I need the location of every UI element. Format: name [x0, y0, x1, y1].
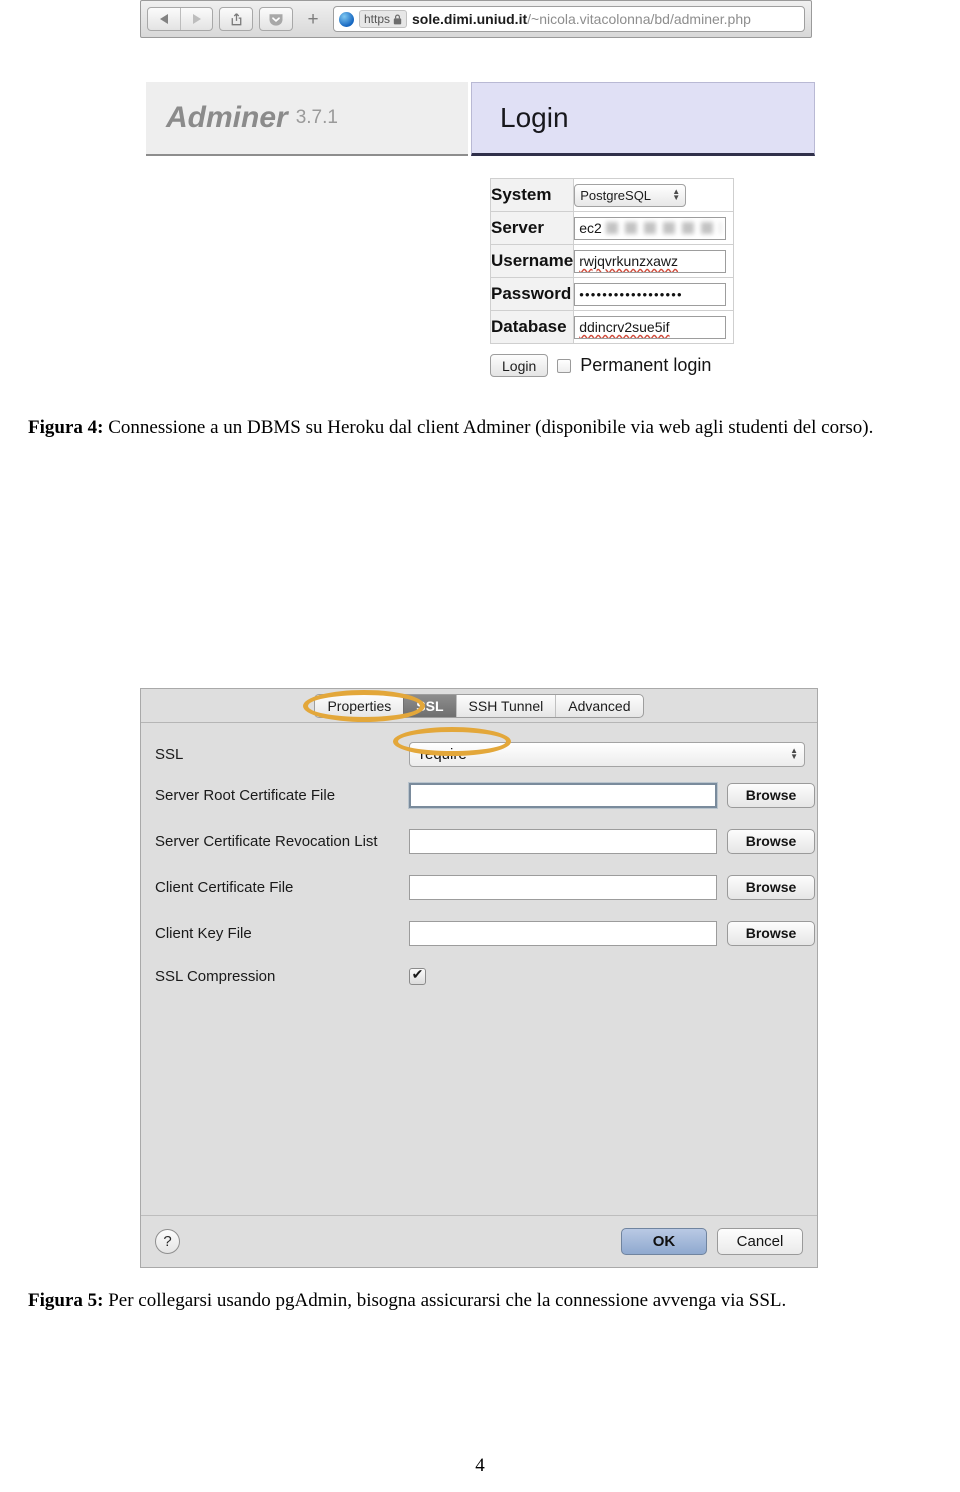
- tab-advanced[interactable]: Advanced: [555, 694, 642, 717]
- figure-5-screenshot: Properties SSL SSH Tunnel Advanced SSL r…: [140, 688, 818, 1268]
- database-input-value: ddincrv2sue5if: [579, 319, 670, 335]
- label-ssl-compression: SSL Compression: [155, 967, 276, 985]
- ssl-settings-panel: SSL require ▲ ▼ Server Root Certificate F…: [141, 723, 817, 1215]
- site-favicon-icon: [339, 11, 354, 27]
- tab-properties[interactable]: Properties: [315, 695, 403, 717]
- adminer-version: 3.7.1: [295, 107, 338, 128]
- password-input[interactable]: ••••••••••••••••••: [574, 282, 727, 306]
- server-redacted-text: [605, 222, 722, 234]
- form-row-password: Password ••••••••••••••••••: [489, 277, 735, 311]
- ssl-mode-value: require: [420, 745, 467, 763]
- figure-4-caption-text: Connessione a un DBMS su Heroku dal clie…: [108, 417, 874, 438]
- label-system: System: [489, 178, 575, 212]
- browse-button-server-root-certificate[interactable]: Browse: [727, 782, 815, 808]
- dialog-tabstrip: Properties SSL SSH Tunnel Advanced: [141, 689, 817, 723]
- database-input[interactable]: ddincrv2sue5if: [574, 315, 727, 339]
- login-heading: Login: [500, 102, 569, 133]
- checkmark-icon: ✔: [411, 968, 424, 983]
- form-row-username: Username rwjqvrkunzxawz: [489, 244, 735, 278]
- select-stepper-icon: ▲ ▼: [790, 746, 798, 761]
- label-ssl: SSL: [155, 745, 184, 763]
- cancel-button[interactable]: Cancel: [717, 1228, 803, 1255]
- server-certificate-revocation-list-input[interactable]: [409, 828, 717, 854]
- back-button[interactable]: [148, 8, 180, 30]
- row-ssl-compression: SSL Compression ✔: [141, 961, 817, 991]
- figure-5-caption: Figura 5: Per collegarsi usando pgAdmin,…: [28, 1288, 934, 1313]
- row-client-key-file: Client Key File Browse: [141, 918, 817, 948]
- server-root-certificate-input[interactable]: [409, 782, 717, 808]
- scheme-label: https: [364, 12, 391, 26]
- back-arrow-icon: [160, 14, 168, 24]
- row-server-certificate-revocation-list: Server Certificate Revocation List Brows…: [141, 826, 817, 856]
- permanent-login-label: Permanent login: [580, 355, 712, 375]
- login-button[interactable]: Login: [490, 354, 549, 377]
- row-server-root-certificate: Server Root Certificate File Browse: [141, 780, 817, 810]
- row-client-certificate-file: Client Certificate File Browse: [141, 872, 817, 902]
- adminer-login-form: System PostgreSQL ▲ ▼ Server ec2 Usernam…: [489, 178, 735, 344]
- form-row-system: System PostgreSQL ▲ ▼: [489, 178, 735, 212]
- url-host: sole.dimi.uniud.it: [412, 11, 528, 27]
- tab-ssl[interactable]: SSL: [403, 694, 456, 717]
- tab-ssh-tunnel[interactable]: SSH Tunnel: [455, 694, 556, 717]
- url-path: /~nicola.vitacolonna/bd/adminer.php: [527, 11, 751, 27]
- share-icon: [231, 12, 241, 25]
- label-server-certificate-revocation-list: Server Certificate Revocation List: [155, 832, 378, 850]
- adminer-brand: Adminer 3.7.1: [146, 82, 468, 156]
- server-input[interactable]: ec2: [574, 216, 727, 240]
- form-row-database: Database ddincrv2sue5if: [489, 310, 735, 344]
- label-client-certificate-file: Client Certificate File: [155, 878, 294, 896]
- row-ssl-mode: SSL require ▲ ▼: [141, 739, 817, 769]
- dialog-footer: ? OK Cancel: [141, 1215, 817, 1267]
- figure-5-caption-text: Per collegarsi usando pgAdmin, bisogna a…: [108, 1290, 787, 1311]
- server-input-value: ec2: [579, 220, 602, 236]
- ssl-mode-select[interactable]: require ▲ ▼: [409, 741, 805, 767]
- select-stepper-icon: ▲ ▼: [672, 187, 681, 202]
- label-username: Username: [489, 244, 575, 278]
- system-select[interactable]: PostgreSQL ▲ ▼: [574, 183, 687, 207]
- figure-4-screenshot: + https sole.dimi.uniud.it/~nicola.vitac…: [140, 0, 820, 395]
- browser-toolbar: + https sole.dimi.uniud.it/~nicola.vitac…: [140, 0, 812, 38]
- label-password: Password: [489, 277, 575, 311]
- browse-button-revocation-list[interactable]: Browse: [727, 828, 815, 854]
- url-text: sole.dimi.uniud.it/~nicola.vitacolonna/b…: [412, 11, 751, 27]
- username-input[interactable]: rwjqvrkunzxawz: [574, 249, 727, 273]
- page-number: 4: [475, 1455, 485, 1476]
- address-bar[interactable]: https sole.dimi.uniud.it/~nicola.vitacol…: [333, 6, 805, 32]
- new-tab-button[interactable]: +: [299, 7, 327, 31]
- lock-icon: [393, 14, 402, 24]
- figure-5-caption-prefix: Figura 5:: [28, 1290, 104, 1311]
- system-select-value: PostgreSQL: [580, 187, 652, 203]
- ssl-compression-checkbox[interactable]: ✔: [409, 967, 426, 985]
- label-server: Server: [489, 211, 575, 245]
- browse-button-client-certificate[interactable]: Browse: [727, 874, 815, 900]
- ok-button[interactable]: OK: [621, 1228, 707, 1255]
- figure-4-caption-prefix: Figura 4:: [28, 417, 104, 438]
- dialog-tabs: Properties SSL SSH Tunnel Advanced: [314, 693, 644, 718]
- browse-button-client-key[interactable]: Browse: [727, 920, 815, 946]
- adminer-page: Adminer 3.7.1 Login System PostgreSQL ▲ ▼: [140, 82, 820, 395]
- https-badge: https: [359, 10, 408, 28]
- username-input-value: rwjqvrkunzxawz: [579, 253, 679, 269]
- pocket-shield-icon: [269, 13, 283, 26]
- adminer-login-panel-title: Login: [471, 82, 815, 156]
- permanent-login-checkbox[interactable]: [557, 358, 572, 373]
- password-input-value: ••••••••••••••••••: [579, 286, 683, 302]
- form-row-server: Server ec2: [489, 211, 735, 245]
- navigation-buttons: [147, 7, 213, 31]
- label-server-root-certificate-file: Server Root Certificate File: [155, 786, 336, 804]
- forward-button[interactable]: [180, 8, 212, 30]
- share-button[interactable]: [219, 7, 253, 31]
- figure-4-caption: Figura 4: Connessione a un DBMS su Herok…: [28, 415, 934, 440]
- adminer-brand-name: Adminer: [166, 101, 288, 134]
- client-certificate-input[interactable]: [409, 874, 717, 900]
- label-client-key-file: Client Key File: [155, 924, 252, 942]
- client-key-input[interactable]: [409, 920, 717, 946]
- adminer-submit-row: Login Permanent login: [490, 354, 711, 377]
- label-database: Database: [489, 310, 575, 344]
- forward-arrow-icon: [192, 14, 201, 24]
- help-button[interactable]: ?: [155, 1229, 180, 1254]
- pocket-button[interactable]: [259, 7, 293, 31]
- adminer-header: Adminer 3.7.1 Login: [140, 82, 820, 158]
